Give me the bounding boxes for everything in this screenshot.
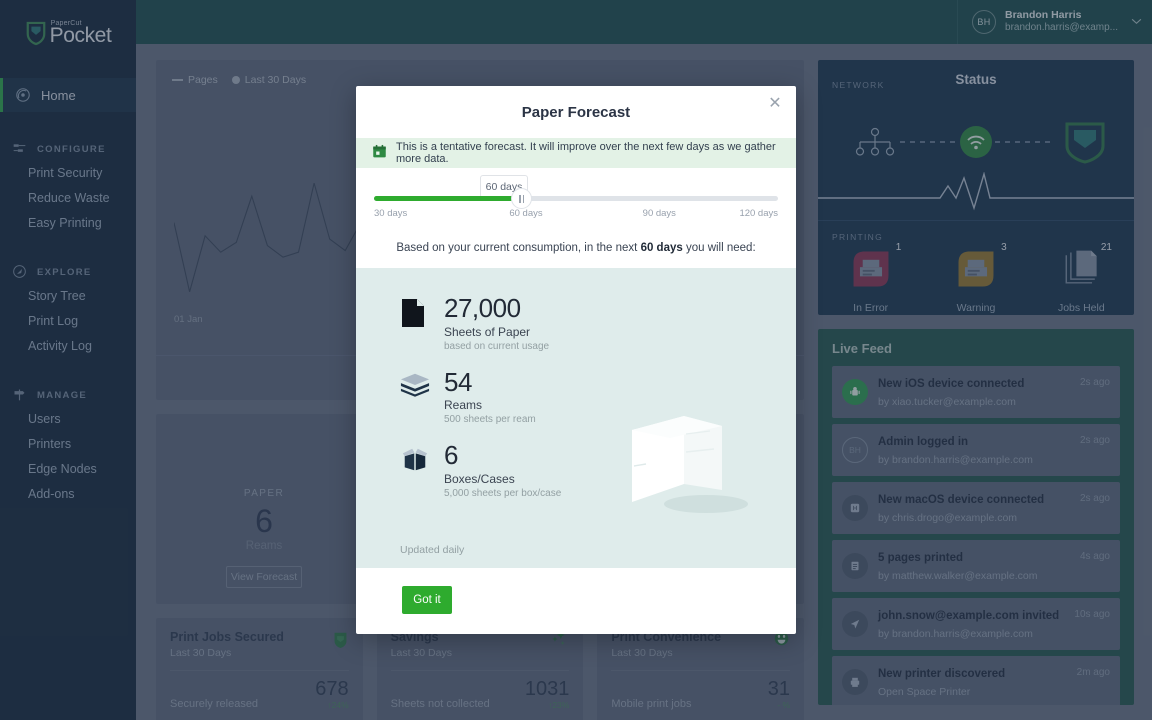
modal-footer: Got it xyxy=(356,568,796,632)
forecast-item-number: 6 xyxy=(444,440,458,471)
forecast-item-name: Reams xyxy=(444,398,483,413)
basis-suffix: you will need: xyxy=(682,242,756,254)
forecast-item-boxes: 6 Boxes/Cases 5,000 sheets per box/case xyxy=(400,443,796,499)
slider-tick-90: 90 days xyxy=(642,208,676,219)
forecast-item-number: 27,000 xyxy=(444,293,521,323)
slider-tick-30: 30 days xyxy=(374,208,408,219)
modal-title: Paper Forecast xyxy=(521,103,631,121)
got-it-button[interactable]: Got it xyxy=(402,586,452,614)
slider-tick-60: 60 days xyxy=(509,208,543,219)
forecast-item-note: based on current usage xyxy=(444,340,550,352)
forecast-basis-text: Based on your current consumption, in th… xyxy=(356,236,796,268)
forecast-item-note: 5,000 sheets per box/case xyxy=(444,488,562,500)
forecast-notice-text: This is a tentative forecast. It will im… xyxy=(396,141,776,165)
slider-tick-120: 120 days xyxy=(739,208,778,219)
close-icon[interactable]: ✕ xyxy=(766,95,784,113)
paper-forecast-modal: Paper Forecast ✕ This is a tentative for… xyxy=(356,86,796,634)
reams-icon xyxy=(400,372,430,402)
forecast-results: 27,000 Sheets of Paper based on current … xyxy=(356,268,796,568)
forecast-item-sheets: 27,000 Sheets of Paper based on current … xyxy=(400,293,796,352)
slider-ticks: 30 days 60 days 90 days 120 days xyxy=(374,208,778,224)
forecast-slider[interactable]: 60 days 30 days 60 days 90 days 120 days xyxy=(356,168,796,236)
updated-daily-text: Updated daily xyxy=(400,544,465,556)
forecast-item-number: 54 xyxy=(444,366,472,397)
forecast-item-note: 500 sheets per ream xyxy=(444,414,536,426)
slider-track[interactable] xyxy=(374,188,778,209)
forecast-item-name: Boxes/Cases xyxy=(444,472,515,487)
calendar-icon xyxy=(372,144,387,162)
box-icon xyxy=(400,445,430,475)
forecast-item-name: Sheets of Paper xyxy=(444,324,531,339)
forecast-item-reams: 54 Reams 500 sheets per ream xyxy=(400,366,796,426)
page-icon xyxy=(400,298,430,328)
slider-handle[interactable] xyxy=(511,188,533,209)
modal-header: Paper Forecast ✕ xyxy=(356,86,796,138)
forecast-notice: This is a tentative forecast. It will im… xyxy=(356,138,796,168)
slider-fill xyxy=(374,196,522,201)
app-root: PaperCut Pocket Home CONFIGURE Print Sec… xyxy=(0,0,1152,720)
basis-prefix: Based on your current consumption, in th… xyxy=(396,242,641,254)
basis-value: 60 days xyxy=(640,242,683,254)
